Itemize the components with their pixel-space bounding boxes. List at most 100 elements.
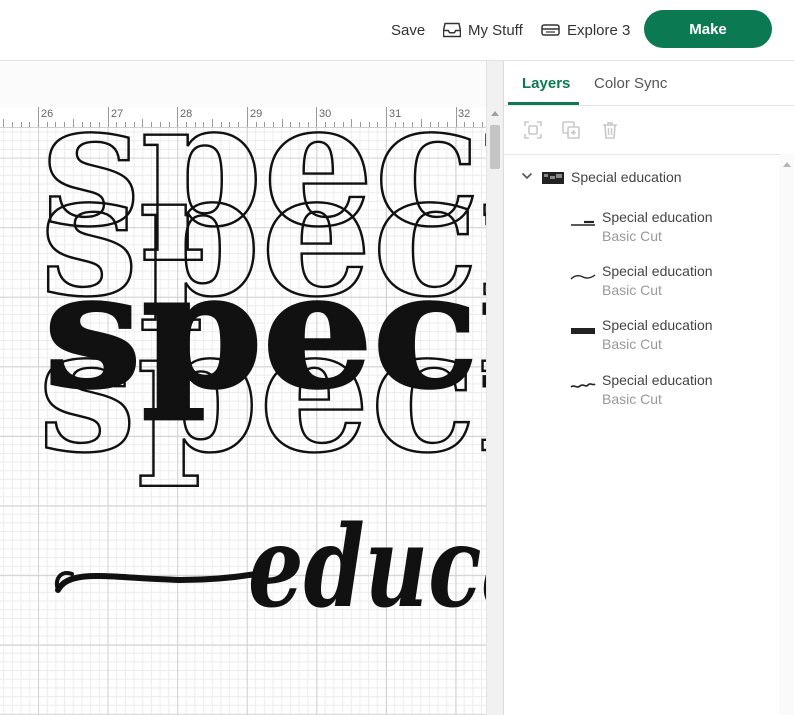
my-stuff-button[interactable]: My Stuff <box>443 18 523 42</box>
design-canvas[interactable]: 26 27 28 29 30 31 32 speci speci speci s… <box>0 61 502 715</box>
ruler-tick <box>464 122 466 127</box>
layers-panel: Layers Color Sync Special education Spec… <box>503 61 794 715</box>
layer-operation: Basic Cut <box>602 282 662 298</box>
panel-vertical-scrollbar[interactable] <box>779 154 794 715</box>
layer-operation: Basic Cut <box>602 336 662 352</box>
special-education-design[interactable]: speci speci speci speci educa <box>0 128 486 715</box>
save-label: Save <box>391 21 426 39</box>
ruler-tick <box>412 122 414 127</box>
ruler-tick <box>325 122 327 127</box>
layer-row[interactable]: Special education Basic Cut <box>504 368 779 410</box>
ruler-tick <box>220 122 222 127</box>
ruler-tick <box>342 122 344 127</box>
ruler-tick <box>438 122 440 127</box>
ruler-tick <box>368 122 370 127</box>
ruler-number: 28 <box>180 108 193 120</box>
layer-row[interactable]: Special education Basic Cut <box>504 205 779 247</box>
ruler-tick <box>3 119 5 127</box>
ruler-number: 31 <box>389 108 402 120</box>
make-button[interactable]: Make <box>644 10 772 48</box>
ruler-tick <box>38 107 39 127</box>
active-tab-indicator <box>508 102 579 105</box>
ruler-tick <box>359 122 361 127</box>
ruler-number: 29 <box>250 108 263 120</box>
layer-row[interactable]: Special education Basic Cut <box>504 259 779 301</box>
ruler-tick <box>394 122 396 127</box>
ruler-tick <box>107 107 109 127</box>
ruler-tick <box>185 122 187 127</box>
ruler-number: 30 <box>319 108 332 120</box>
ruler-number: 27 <box>111 108 124 120</box>
inbox-icon <box>443 22 461 38</box>
ruler-tick <box>446 122 448 127</box>
layer-operation: Basic Cut <box>602 391 662 407</box>
duplicate-icon[interactable] <box>561 120 581 140</box>
group-thumbnail-icon <box>542 172 564 184</box>
layer-thumbnail-icon <box>571 220 595 226</box>
scroll-up-arrow-icon[interactable] <box>491 111 499 116</box>
ruler-tick <box>272 122 274 127</box>
script-swash <box>55 570 265 593</box>
ruler-tick <box>264 122 266 127</box>
ruler-tick <box>11 122 13 127</box>
tab-color-sync[interactable]: Color Sync <box>594 75 667 92</box>
ruler-tick <box>151 122 153 127</box>
scroll-up-arrow-icon[interactable] <box>783 162 791 167</box>
ruler-tick <box>133 122 135 127</box>
chevron-down-icon[interactable] <box>521 172 533 180</box>
ruler-tick <box>455 107 457 127</box>
layer-group-row[interactable]: Special education <box>504 165 779 191</box>
ruler-tick <box>429 122 431 127</box>
make-label: Make <box>689 20 727 38</box>
ruler-tick <box>420 119 422 127</box>
ruler-tick <box>299 122 300 127</box>
design-artwork: speci speci speci speci educa <box>37 128 486 633</box>
canvas-vertical-scrollbar[interactable] <box>486 61 503 715</box>
ruler-tick <box>90 122 92 127</box>
save-button[interactable]: Save <box>391 18 425 42</box>
ruler-tick <box>142 119 144 127</box>
group-icon[interactable] <box>523 120 543 140</box>
layer-row[interactable]: Special education Basic Cut <box>504 313 779 355</box>
ruler-tick <box>98 122 100 127</box>
ruler-tick <box>55 122 57 127</box>
my-stuff-label: My Stuff <box>468 21 523 39</box>
layer-tools <box>504 106 794 155</box>
scroll-thumb[interactable] <box>490 125 500 169</box>
ruler-tick <box>168 122 170 127</box>
ruler-tick <box>116 122 118 127</box>
machine-label: Explore 3 <box>567 21 631 39</box>
ruler-tick <box>125 122 126 127</box>
ruler-tick <box>81 122 83 127</box>
tab-layers[interactable]: Layers <box>522 75 570 92</box>
ruler-tick <box>255 122 257 127</box>
ruler-tick <box>473 122 474 127</box>
ruler-tick <box>307 122 309 127</box>
ruler-tick <box>281 119 283 127</box>
ruler-tick <box>229 122 231 127</box>
ruler-tick <box>481 122 483 127</box>
ruler-tick <box>351 119 353 127</box>
ruler-tick <box>159 122 161 127</box>
ruler-tick <box>29 122 31 127</box>
group-label: Special education <box>571 169 682 185</box>
layer-operation: Basic Cut <box>602 228 662 244</box>
ruler-tick <box>203 122 205 127</box>
ruler-number: 32 <box>458 108 471 120</box>
script-word: educa <box>248 502 486 633</box>
ruler-tick <box>20 122 22 127</box>
ruler-tick <box>64 122 66 127</box>
ruler-tick <box>246 107 248 127</box>
ruler-tick <box>212 119 213 127</box>
delete-icon[interactable] <box>600 120 620 140</box>
ruler-tick <box>403 122 405 127</box>
horizontal-ruler: 26 27 28 29 30 31 32 <box>0 107 486 128</box>
cutting-machine-icon <box>541 24 560 36</box>
layer-name: Special education <box>602 317 713 333</box>
ruler-tick <box>316 107 318 127</box>
machine-button[interactable]: Explore 3 <box>541 18 630 42</box>
layer-thumbnail-icon <box>570 383 596 388</box>
panel-tabs: Layers Color Sync <box>504 61 794 106</box>
layer-thumbnail-icon <box>571 328 595 334</box>
bold-word: speci <box>44 239 486 424</box>
